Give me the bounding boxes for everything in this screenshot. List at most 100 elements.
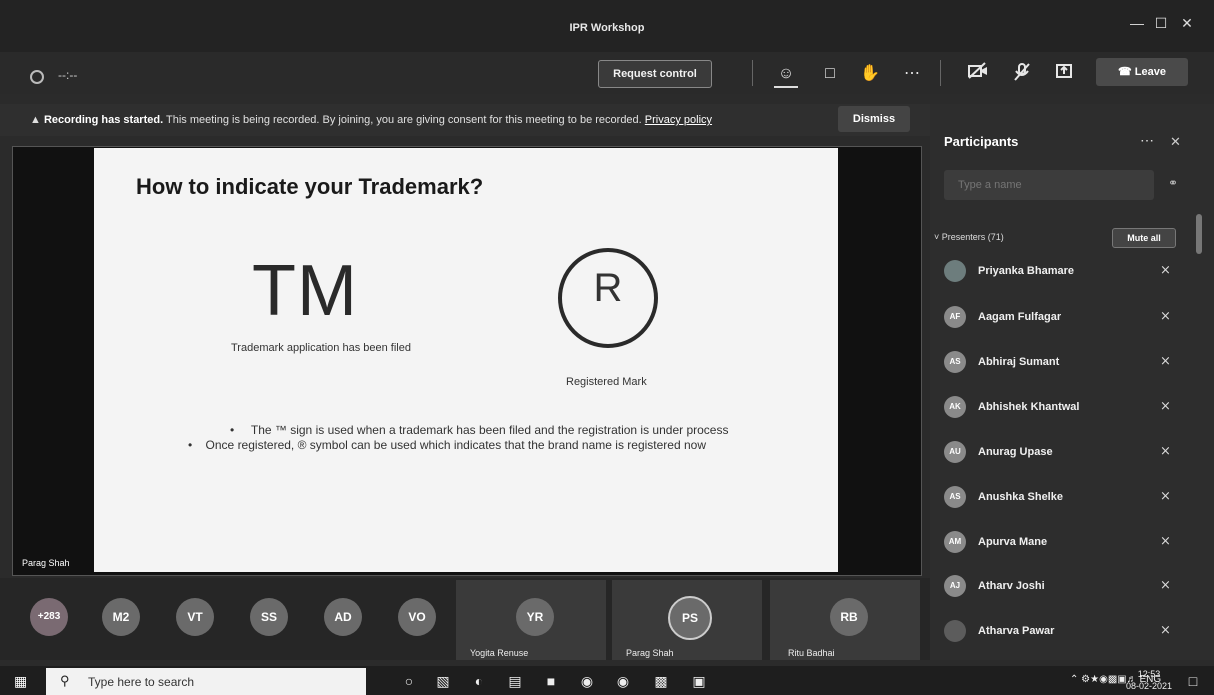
participant-name: Atharv Joshi bbox=[978, 580, 1045, 592]
panel-scrollbar[interactable] bbox=[1196, 214, 1202, 254]
leave-label: Leave bbox=[1134, 66, 1166, 78]
maximize-button[interactable]: ☐ bbox=[1150, 14, 1172, 32]
participant-row[interactable]: AS Anushka Shelke ⨯ bbox=[944, 482, 1184, 512]
app-icon[interactable]: ■ bbox=[540, 670, 562, 692]
participant-name: Abhishek Khantwal bbox=[978, 401, 1080, 413]
participant-row[interactable]: AJ Atharv Joshi ⨯ bbox=[944, 571, 1184, 601]
participant-name: Anushka Shelke bbox=[978, 491, 1063, 503]
collapse-icon: ˅ bbox=[934, 232, 940, 242]
registered-caption: Registered Mark bbox=[566, 376, 647, 388]
tile-name: Parag Shah bbox=[626, 648, 674, 658]
avatar[interactable]: VT bbox=[176, 598, 214, 636]
participants-icon[interactable]: ☺ bbox=[774, 62, 798, 88]
participant-name: Priyanka Bhamare bbox=[978, 265, 1074, 277]
tm-symbol: TM bbox=[252, 251, 358, 331]
mic-off-icon: ⨯ bbox=[1160, 262, 1171, 277]
participants-title: Participants bbox=[944, 134, 1019, 149]
mic-off-icon: ⨯ bbox=[1160, 488, 1171, 503]
slide-bullet: • Once registered, ® symbol can be used … bbox=[188, 438, 706, 452]
camera-off-icon[interactable] bbox=[966, 62, 990, 86]
toolbar-divider bbox=[940, 60, 941, 86]
invite-icon[interactable]: ⚭ bbox=[1168, 176, 1178, 190]
word-icon[interactable]: ▣ bbox=[688, 670, 710, 692]
share-icon[interactable] bbox=[1052, 62, 1076, 86]
cortana-icon[interactable]: ○ bbox=[398, 670, 420, 692]
participant-name: Apurva Mane bbox=[978, 536, 1048, 548]
overflow-participants-avatar[interactable]: +283 bbox=[30, 598, 68, 636]
meeting-timer: --:-- bbox=[58, 68, 78, 82]
chrome-icon[interactable]: ◉ bbox=[612, 670, 634, 692]
bullet-text: Once registered, ® symbol can be used wh… bbox=[205, 438, 706, 452]
tm-caption: Trademark application has been filed bbox=[231, 342, 411, 354]
participant-search-input[interactable] bbox=[944, 170, 1154, 200]
mic-off-icon: ⨯ bbox=[1160, 353, 1171, 368]
participant-row[interactable]: Atharva Pawar ⨯ bbox=[944, 616, 1184, 646]
avatar: AS bbox=[944, 486, 966, 508]
clock-date: 08-02-2021 bbox=[1125, 681, 1173, 691]
mic-off-icon: ⨯ bbox=[1160, 443, 1171, 458]
mic-off-icon: ⨯ bbox=[1160, 308, 1171, 323]
presenter-name-label: Parag Shah bbox=[22, 558, 70, 568]
avatar: AF bbox=[944, 306, 966, 328]
more-icon[interactable]: ⋯ bbox=[900, 62, 924, 86]
leave-button[interactable]: ☎ Leave bbox=[1096, 58, 1188, 86]
avatar[interactable]: M2 bbox=[102, 598, 140, 636]
raise-hand-icon[interactable]: ✋ bbox=[858, 62, 882, 86]
participant-row[interactable]: AF Aagam Fulfagar ⨯ bbox=[944, 302, 1184, 332]
avatar bbox=[944, 260, 966, 282]
chrome-icon[interactable]: ◉ bbox=[576, 670, 598, 692]
file-explorer-icon[interactable]: ▤ bbox=[504, 670, 526, 692]
mic-off-icon: ⨯ bbox=[1160, 577, 1171, 592]
chat-icon[interactable]: □ bbox=[818, 62, 842, 86]
presentation-slide bbox=[94, 148, 838, 572]
avatar: AK bbox=[944, 396, 966, 418]
avatar: YR bbox=[516, 598, 554, 636]
participant-name: Abhiraj Sumant bbox=[978, 356, 1060, 368]
avatar: AU bbox=[944, 441, 966, 463]
mic-off-icon: ⨯ bbox=[1160, 398, 1171, 413]
avatar[interactable]: AD bbox=[324, 598, 362, 636]
phone-icon: ☎ bbox=[1118, 66, 1132, 78]
participant-row[interactable]: AM Apurva Mane ⨯ bbox=[944, 527, 1184, 557]
recording-notice: This meeting is being recorded. By joini… bbox=[166, 114, 642, 126]
edge-icon[interactable]: ◐ bbox=[468, 670, 490, 692]
bullet-text: The ™ sign is used when a trademark has … bbox=[250, 423, 729, 437]
privacy-policy-link[interactable]: Privacy policy bbox=[645, 114, 712, 126]
dismiss-button[interactable]: Dismiss bbox=[838, 106, 910, 132]
search-icon: ⚲ bbox=[60, 673, 70, 688]
clock-time: 12:53 bbox=[1137, 669, 1161, 679]
participant-row[interactable]: Priyanka Bhamare ⨯ bbox=[944, 256, 1184, 286]
minimize-button[interactable]: — bbox=[1126, 14, 1148, 32]
avatar[interactable]: VO bbox=[398, 598, 436, 636]
participant-row[interactable]: AS Abhiraj Sumant ⨯ bbox=[944, 347, 1184, 377]
warning-icon: ▲ bbox=[30, 114, 41, 126]
close-icon[interactable]: ✕ bbox=[1170, 134, 1181, 150]
avatar: AJ bbox=[944, 575, 966, 597]
taskbar-clock[interactable]: 12:53 08-02-2021 bbox=[1122, 668, 1176, 692]
mic-off-icon: ⨯ bbox=[1160, 622, 1171, 637]
windows-start-icon[interactable]: ▦ bbox=[14, 674, 28, 688]
mute-all-button[interactable]: Mute all bbox=[1112, 228, 1176, 248]
recording-indicator-icon bbox=[30, 70, 44, 84]
tile-name: Ritu Badhai bbox=[788, 648, 835, 658]
section-label: Presenters (71) bbox=[941, 232, 1004, 242]
recording-banner-text: ▲ Recording has started. This meeting is… bbox=[30, 114, 712, 126]
avatar[interactable]: SS bbox=[250, 598, 288, 636]
close-window-button[interactable]: ✕ bbox=[1176, 14, 1198, 32]
more-options-icon[interactable]: ⋯ bbox=[1140, 132, 1154, 149]
chevron-up-icon[interactable]: ⌃ bbox=[1070, 674, 1078, 685]
mic-off-icon[interactable] bbox=[1010, 62, 1034, 86]
request-control-button[interactable]: Request control bbox=[598, 60, 712, 88]
participant-row[interactable]: AU Anurag Upase ⨯ bbox=[944, 437, 1184, 467]
task-view-icon[interactable]: ▧ bbox=[432, 670, 454, 692]
avatar: AS bbox=[944, 351, 966, 373]
taskbar-search-placeholder: Type here to search bbox=[88, 675, 195, 689]
presenters-section-header[interactable]: ˅ Presenters (71) bbox=[934, 232, 1004, 242]
avatar bbox=[944, 620, 966, 642]
participant-name: Aagam Fulfagar bbox=[978, 311, 1062, 323]
participant-row[interactable]: AK Abhishek Khantwal ⨯ bbox=[944, 392, 1184, 422]
teams-icon[interactable]: ▩ bbox=[650, 670, 672, 692]
participant-name: Anurag Upase bbox=[978, 446, 1053, 458]
participant-name: Atharva Pawar bbox=[978, 625, 1055, 637]
notifications-icon[interactable]: □ bbox=[1182, 670, 1204, 692]
